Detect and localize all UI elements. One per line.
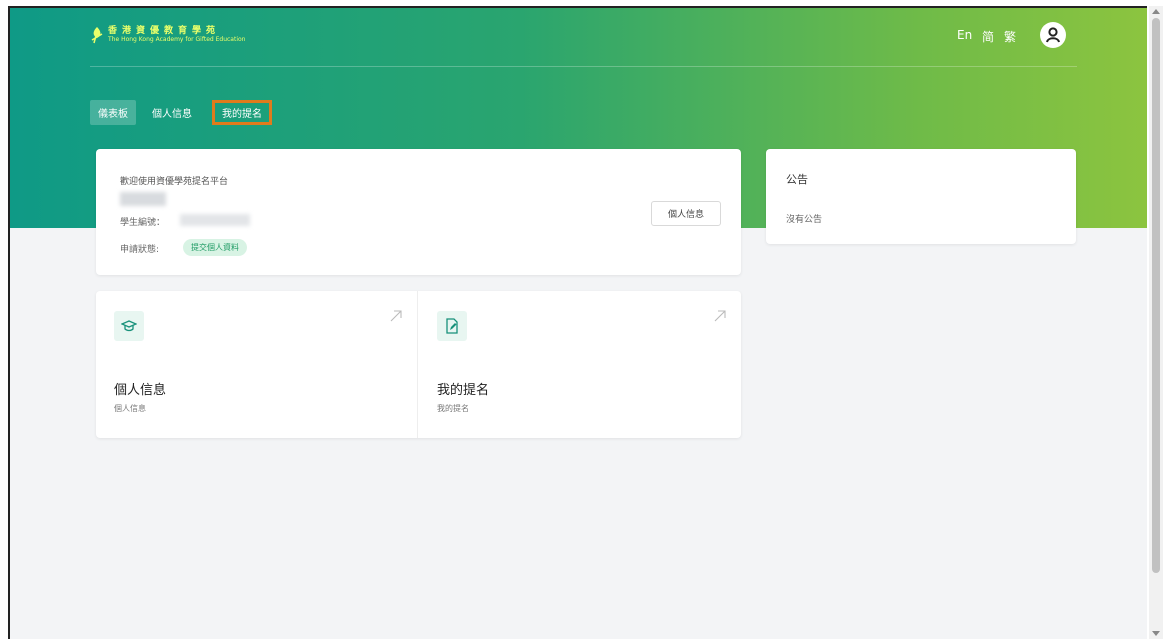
arrow-up-right-icon [390, 310, 402, 322]
personal-info-button[interactable]: 個人信息 [651, 201, 721, 226]
quick-links-card: 個人信息 個人信息 我的提名 我的提名 [96, 291, 741, 438]
arrow-up-right-icon [714, 310, 726, 322]
student-id-redacted [180, 214, 250, 226]
tile-subtitle: 我的提名 [437, 404, 469, 413]
scroll-up-arrow-icon[interactable] [1152, 9, 1160, 14]
vertical-scrollbar[interactable] [1149, 6, 1163, 639]
top-bar: 香港資優教育學苑 The Hong Kong Academy for Gifte… [10, 8, 1147, 68]
student-name-redacted [120, 192, 166, 206]
lang-simplified-button[interactable]: 简 [982, 28, 994, 45]
announcement-card: 公告 沒有公告 [766, 149, 1076, 244]
status-badge: 提交個人資料 [183, 239, 247, 256]
nav-tab-personal-info[interactable]: 個人信息 [144, 100, 200, 125]
welcome-card: 歡迎使用資優學苑提名平台 學生編號： 申請狀態: 提交個人資料 個人信息 [96, 149, 741, 275]
application-status-label: 申請狀態: [120, 245, 160, 255]
tile-subtitle: 個人信息 [114, 404, 146, 413]
main-nav: 儀表板 個人信息 我的提名 [90, 100, 272, 125]
tile-personal-info[interactable]: 個人信息 個人信息 [96, 291, 418, 438]
welcome-title: 歡迎使用資優學苑提名平台 [120, 177, 229, 187]
user-icon [1046, 27, 1060, 43]
logo-english-text: The Hong Kong Academy for Gifted Educati… [108, 36, 246, 43]
announcement-title: 公告 [786, 173, 808, 186]
student-id-label: 學生編號： [120, 218, 166, 228]
user-avatar-button[interactable] [1040, 22, 1066, 48]
logo-chinese-text: 香港資優教育學苑 [108, 26, 221, 36]
lang-english-button[interactable]: En [957, 28, 972, 42]
nav-tab-dashboard[interactable]: 儀表板 [90, 100, 136, 125]
scroll-down-arrow-icon[interactable] [1152, 631, 1160, 636]
logo-mark-icon [91, 27, 103, 44]
nav-tab-my-nominations[interactable]: 我的提名 [212, 100, 272, 125]
graduation-cap-icon [121, 320, 137, 332]
app-frame: 香港資優教育學苑 The Hong Kong Academy for Gifte… [8, 6, 1147, 639]
header-divider [90, 66, 1077, 67]
lang-traditional-button[interactable]: 繁 [1004, 28, 1016, 45]
announcement-empty-text: 沒有公告 [786, 215, 823, 225]
document-edit-icon [446, 318, 458, 334]
scrollbar-thumb[interactable] [1152, 18, 1160, 573]
academy-logo[interactable]: 香港資優教育學苑 The Hong Kong Academy for Gifte… [90, 26, 245, 44]
tile-title: 個人信息 [114, 383, 167, 398]
tile-title: 我的提名 [437, 383, 490, 398]
tile-my-nominations[interactable]: 我的提名 我的提名 [419, 291, 741, 438]
